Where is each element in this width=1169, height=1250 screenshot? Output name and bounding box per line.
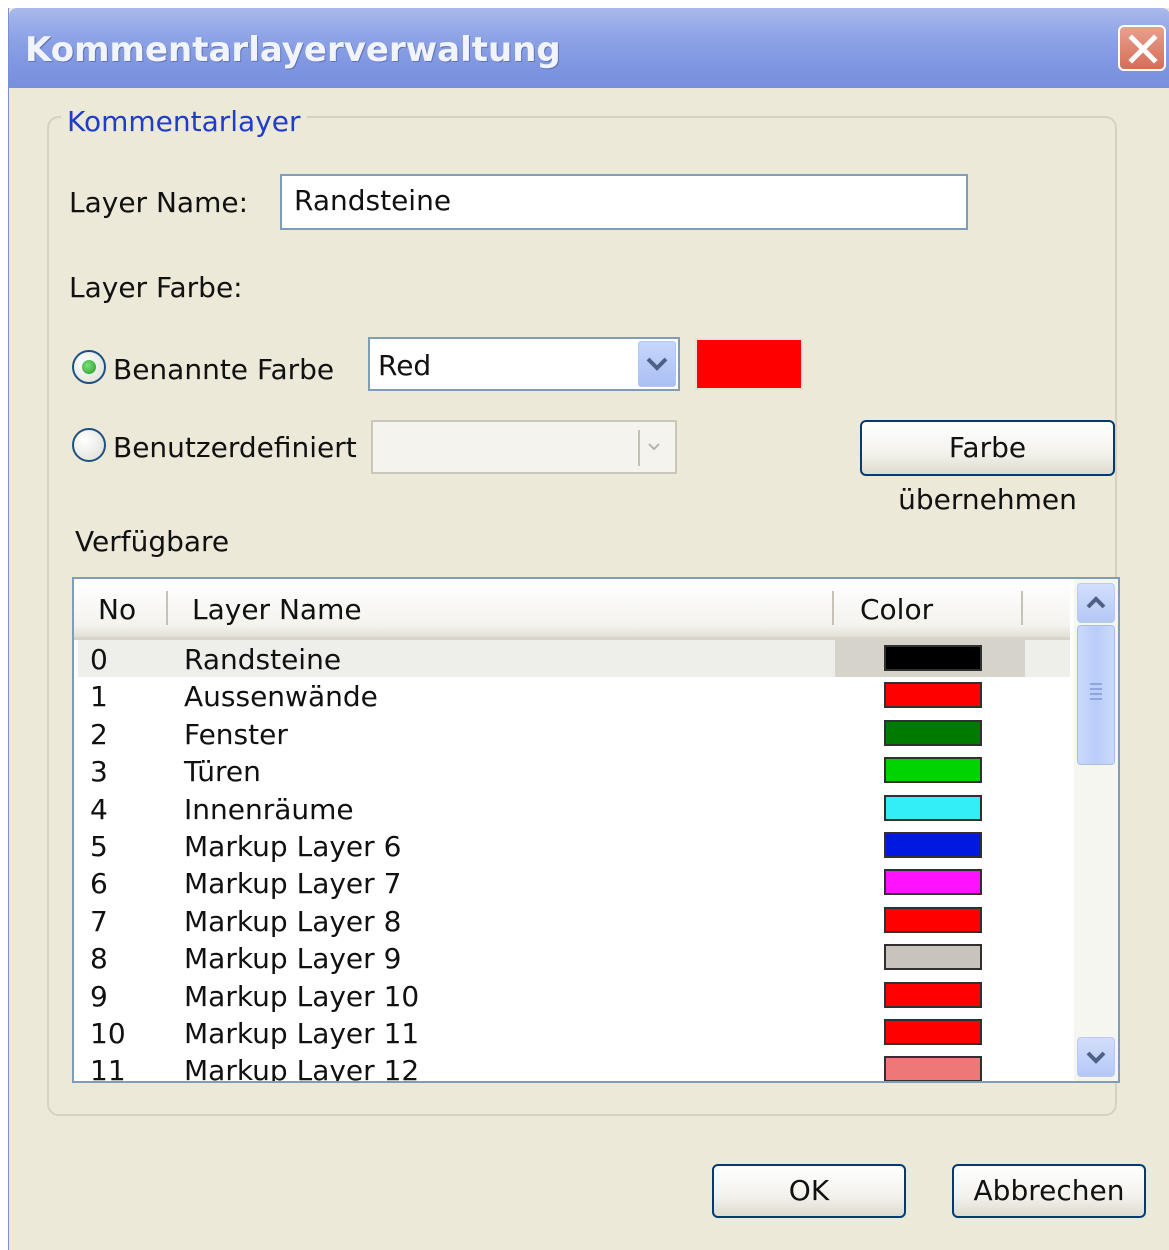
chevron-up-icon [1086, 596, 1106, 609]
cell-color-swatch [884, 682, 982, 709]
cell-layer-name: Fenster [184, 717, 288, 751]
table-row[interactable]: 1 Aussenwände [78, 677, 1070, 714]
named-color-radio[interactable] [72, 350, 106, 384]
table-row[interactable]: 7 Markup Layer 8 [78, 902, 1070, 939]
cell-color-swatch [884, 944, 982, 971]
named-color-label[interactable]: Benannte Farbe [113, 353, 334, 386]
table-row[interactable]: 4 Innenräume [78, 790, 1070, 827]
color-preview-swatch [695, 338, 803, 390]
column-divider[interactable] [832, 591, 834, 625]
cell-color-swatch [884, 719, 982, 746]
cell-no: 11 [90, 1054, 126, 1083]
cell-color-swatch [884, 645, 982, 671]
layer-name-label: Layer Name: [69, 186, 249, 219]
scroll-thumb[interactable] [1077, 625, 1115, 765]
apply-color-button[interactable]: Farbe übernehmen [860, 420, 1115, 516]
cell-no: 7 [90, 904, 108, 938]
cell-color-swatch [884, 981, 982, 1008]
custom-color-radio[interactable] [72, 428, 106, 462]
dropdown-button[interactable] [638, 341, 676, 387]
close-icon [1128, 34, 1158, 64]
cell-color-swatch [884, 794, 982, 821]
layer-name-field[interactable] [280, 174, 968, 230]
named-color-value: Red [378, 349, 432, 382]
cell-no: 4 [90, 792, 108, 826]
cell-layer-name: Markup Layer 9 [184, 942, 402, 976]
cell-no: 9 [90, 979, 108, 1013]
title-bar[interactable]: Kommentarlayerverwaltung [9, 8, 1169, 88]
cell-color-swatch [884, 906, 982, 933]
vertical-scrollbar[interactable] [1074, 579, 1118, 1081]
table-row[interactable]: 9 Markup Layer 10 [78, 977, 1070, 1014]
cell-no: 5 [90, 830, 108, 863]
table-row[interactable]: 2 Fenster [78, 715, 1070, 752]
column-header-layer-name[interactable]: Layer Name [192, 593, 362, 626]
custom-color-select[interactable] [371, 420, 677, 474]
chevron-down-icon [1086, 1051, 1106, 1064]
cell-layer-name: Markup Layer 8 [184, 904, 402, 938]
layer-color-label: Layer Farbe: [69, 271, 243, 304]
cell-layer-name: Türen [184, 755, 261, 789]
column-header-color[interactable]: Color [860, 593, 933, 626]
cell-no: 2 [90, 717, 108, 751]
cell-color-swatch [884, 757, 982, 784]
table-row[interactable]: 5 Markup Layer 6 [78, 827, 1070, 864]
chevron-down-icon [638, 430, 660, 466]
cell-no: 3 [90, 755, 108, 789]
custom-color-label[interactable]: Benutzerdefiniert [113, 431, 357, 464]
dialog-window: Kommentarlayerverwaltung Kommentarlayer … [8, 8, 1169, 1250]
close-button[interactable] [1118, 25, 1166, 71]
cell-no: 1 [90, 680, 108, 714]
cell-layer-name: Markup Layer 11 [184, 1017, 420, 1050]
cell-layer-name: Markup Layer 6 [184, 830, 402, 863]
column-divider[interactable] [1021, 591, 1023, 625]
column-divider[interactable] [166, 591, 168, 625]
ok-button[interactable]: OK [712, 1164, 906, 1218]
cell-color-swatch [884, 1056, 982, 1081]
radio-selected-dot [82, 360, 96, 374]
table-row[interactable]: 11 Markup Layer 12 [78, 1051, 1070, 1083]
scroll-up-button[interactable] [1077, 583, 1115, 623]
cell-no: 10 [90, 1017, 126, 1050]
table-row[interactable]: 10 Markup Layer 11 [78, 1014, 1070, 1051]
layer-name-input[interactable] [282, 176, 966, 225]
cell-color-swatch [884, 1019, 982, 1045]
named-color-select[interactable]: Red [368, 337, 680, 391]
table-row[interactable]: 3 Türen [78, 752, 1070, 789]
grip-icon [1090, 683, 1102, 700]
cell-color-swatch [884, 869, 982, 896]
cell-color-swatch [884, 832, 982, 858]
cell-layer-name: Randsteine [184, 643, 342, 676]
column-header-no[interactable]: No [98, 593, 136, 626]
cell-no: 0 [90, 643, 108, 676]
cell-layer-name: Markup Layer 10 [184, 979, 420, 1013]
table-row[interactable]: 0 Randsteine [78, 640, 1070, 677]
chevron-down-icon [646, 357, 668, 371]
cell-no: 6 [90, 867, 108, 901]
cell-no: 8 [90, 942, 108, 976]
cell-layer-name: Markup Layer 12 [184, 1054, 420, 1083]
table-row[interactable]: 8 Markup Layer 9 [78, 939, 1070, 976]
groupbox-title: Kommentarlayer [61, 105, 307, 138]
list-header: No Layer Name Color [74, 579, 1070, 640]
cancel-button[interactable]: Abbrechen [952, 1164, 1146, 1218]
layer-list[interactable]: No Layer Name Color 0 Randsteine 1 Aussenwä… [72, 577, 1120, 1083]
window-title: Kommentarlayerverwaltung [25, 30, 561, 70]
cell-layer-name: Aussenwände [184, 680, 378, 714]
available-layers-label: Verfügbare [75, 525, 230, 558]
cell-layer-name: Innenräume [184, 792, 354, 826]
cell-layer-name: Markup Layer 7 [184, 867, 402, 901]
table-row[interactable]: 6 Markup Layer 7 [78, 864, 1070, 901]
scroll-down-button[interactable] [1077, 1037, 1115, 1077]
